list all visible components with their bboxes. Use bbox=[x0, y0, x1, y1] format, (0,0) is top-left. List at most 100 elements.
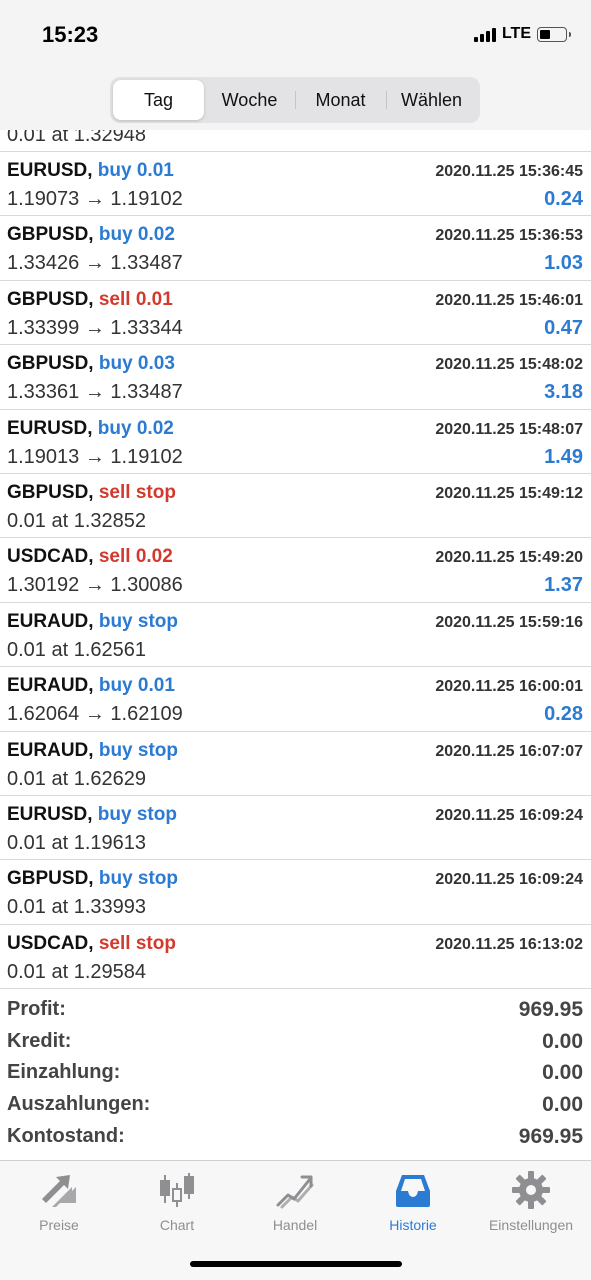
trade-symbol: EURAUD, bbox=[7, 610, 94, 632]
trade-date: 2020.11.25 15:49:12 bbox=[435, 484, 583, 502]
candlestick-icon bbox=[160, 1173, 194, 1207]
trade-row[interactable]: GBPUSD, buy 0.02 2020.11.25 15:36:53 1.334… bbox=[0, 216, 591, 281]
trade-action: buy stop bbox=[97, 803, 177, 825]
trade-symbol: GBPUSD, bbox=[7, 868, 94, 890]
tab-history[interactable]: Historie bbox=[354, 1169, 472, 1233]
trade-row[interactable]: EURUSD, buy 0.01 2020.11.25 15:36:45 1.190… bbox=[0, 152, 591, 217]
tab-label: Historie bbox=[389, 1217, 437, 1233]
trade-action: sell stop bbox=[98, 481, 176, 503]
trade-profit: 0.28 bbox=[544, 703, 583, 726]
header: 15:23 LTE Tag Woche Monat Wählen bbox=[0, 0, 591, 130]
trade-row[interactable]: GBPUSD, sell stop 2020.11.25 15:49:12 0.01… bbox=[0, 474, 591, 539]
inbox-icon bbox=[396, 1175, 430, 1207]
trade-title: GBPUSD, sell stop bbox=[7, 482, 176, 504]
tab-label: Preise bbox=[39, 1217, 79, 1233]
summary-value: 969.95 bbox=[518, 998, 583, 1021]
home-indicator bbox=[190, 1261, 402, 1267]
summary-value: 0.00 bbox=[542, 1029, 583, 1053]
trade-date: 2020.11.25 15:36:53 bbox=[435, 227, 583, 245]
summary-label: Einzahlung: bbox=[7, 1061, 121, 1084]
period-tab-month[interactable]: Monat bbox=[295, 80, 386, 120]
summary-value: 969.95 bbox=[518, 1124, 583, 1148]
trade-profit: 1.37 bbox=[544, 574, 583, 597]
trade-price: 1.62064 → 1.62109 bbox=[7, 703, 183, 726]
summary-row-balance: Kontostand: 969.95 bbox=[0, 1123, 591, 1155]
trade-action: buy 0.02 bbox=[97, 417, 174, 439]
network-label: LTE bbox=[501, 25, 531, 42]
trade-price: 1.19013 → 1.19102 bbox=[7, 445, 183, 468]
period-tab-week[interactable]: Woche bbox=[204, 80, 295, 120]
summary-value: 0.00 bbox=[542, 1093, 583, 1117]
trade-title: GBPUSD, buy 0.02 bbox=[7, 224, 175, 246]
trade-row[interactable]: EURUSD, buy stop 2020.11.25 16:09:24 0.01 … bbox=[0, 796, 591, 861]
trade-date: 2020.11.25 16:13:02 bbox=[435, 935, 583, 953]
trade-date: 2020.11.25 16:00:01 bbox=[435, 678, 583, 696]
trade-symbol: GBPUSD, bbox=[7, 481, 94, 503]
status-bar: 15:23 LTE bbox=[0, 0, 591, 70]
trade-profit: 1.49 bbox=[544, 445, 583, 468]
trade-row[interactable]: USDCAD, sell stop 2020.11.25 16:13:02 0.01… bbox=[0, 925, 591, 990]
trade-date: 2020.11.25 15:59:16 bbox=[435, 613, 583, 631]
tab-trade[interactable]: Handel bbox=[236, 1169, 354, 1233]
trade-symbol: USDCAD, bbox=[7, 546, 94, 568]
trade-title: EURUSD, buy stop bbox=[7, 804, 177, 826]
trade-row[interactable]: GBPUSD, sell 0.01 2020.11.25 15:46:01 1.33… bbox=[0, 281, 591, 346]
trade-title: EURAUD, buy stop bbox=[7, 611, 178, 633]
summary-row-withdrawals: Auszahlungen: 0.00 bbox=[0, 1091, 591, 1123]
trade-date: 2020.11.25 16:09:24 bbox=[435, 806, 583, 824]
period-tab-day[interactable]: Tag bbox=[113, 80, 204, 120]
trade-action: buy 0.01 bbox=[98, 675, 175, 697]
trade-title: EURUSD, buy 0.01 bbox=[7, 160, 174, 182]
trade-price: 0.01 at 1.32852 bbox=[7, 509, 147, 532]
account-summary: Profit: 969.95 Kredit: 0.00 Einzahlung: … bbox=[0, 996, 591, 1154]
trade-symbol: GBPUSD, bbox=[7, 288, 94, 310]
trade-title: EURUSD, buy 0.02 bbox=[7, 418, 174, 440]
trade-symbol: EURUSD, bbox=[7, 160, 93, 181]
trade-row[interactable]: EURAUD, buy stop 2020.11.25 16:07:07 0.01 … bbox=[0, 732, 591, 796]
trade-action: sell 0.01 bbox=[98, 288, 173, 310]
trade-price: 0.01 at 1.29584 bbox=[7, 960, 147, 983]
summary-row-profit: Profit: 969.95 bbox=[0, 996, 591, 1028]
trend-icon bbox=[276, 1175, 314, 1209]
trade-price: 1.30192 → 1.30086 bbox=[7, 574, 183, 597]
trade-date: 2020.11.25 15:36:45 bbox=[435, 163, 583, 180]
trade-price: 0.01 at 1.33993 bbox=[7, 896, 147, 919]
trade-date: 2020.11.25 15:49:20 bbox=[435, 549, 583, 567]
trade-date: 2020.11.25 16:09:24 bbox=[435, 871, 583, 889]
trade-action: buy 0.02 bbox=[98, 224, 175, 246]
tab-chart[interactable]: Chart bbox=[118, 1169, 236, 1233]
arrows-icon bbox=[42, 1175, 76, 1207]
trade-date: 2020.11.25 15:48:02 bbox=[435, 356, 583, 374]
trade-row[interactable]: GBPUSD, buy stop 2020.11.25 16:09:24 0.01 … bbox=[0, 860, 591, 925]
trade-row[interactable]: EURAUD, buy 0.01 2020.11.25 16:00:01 1.620… bbox=[0, 667, 591, 732]
trade-profit: 0.24 bbox=[544, 188, 583, 210]
trade-action: sell 0.02 bbox=[98, 546, 173, 568]
trade-profit: 3.18 bbox=[544, 381, 583, 404]
trade-row[interactable]: USDCAD, sell 0.02 2020.11.25 15:49:20 1.30… bbox=[0, 538, 591, 603]
signal-icon bbox=[473, 26, 496, 42]
trade-title: EURAUD, buy stop bbox=[7, 740, 178, 762]
trade-symbol: GBPUSD, bbox=[7, 224, 94, 246]
trade-action: buy stop bbox=[98, 739, 179, 761]
trade-title: USDCAD, sell stop bbox=[7, 933, 176, 955]
trade-price: 0.01 at 1.19613 bbox=[7, 831, 147, 854]
trade-price: 1.33399 → 1.33344 bbox=[7, 316, 183, 339]
trade-price: 1.33426 → 1.33487 bbox=[7, 252, 183, 275]
trade-title: GBPUSD, buy stop bbox=[7, 868, 178, 890]
trade-row[interactable]: EURUSD, buy 0.02 2020.11.25 15:48:07 1.190… bbox=[0, 410, 591, 474]
trade-title: GBPUSD, buy 0.03 bbox=[7, 353, 175, 375]
battery-icon bbox=[537, 26, 571, 42]
trade-row[interactable]: GBPUSD, buy 0.03 2020.11.25 15:48:02 1.333… bbox=[0, 345, 591, 410]
trade-date: 2020.11.25 15:46:01 bbox=[435, 291, 583, 309]
summary-label: Profit: bbox=[7, 998, 66, 1020]
tab-label: Einstellungen bbox=[488, 1217, 574, 1233]
trade-title: GBPUSD, sell 0.01 bbox=[7, 289, 173, 311]
trade-row[interactable]: EURAUD, buy stop 2020.11.25 15:59:16 0.01 … bbox=[0, 603, 591, 668]
trade-symbol: EURUSD, bbox=[7, 417, 93, 439]
trade-title: EURAUD, buy 0.01 bbox=[7, 675, 175, 697]
period-tab-custom[interactable]: Wählen bbox=[386, 80, 477, 120]
trade-title: USDCAD, sell 0.02 bbox=[7, 546, 173, 568]
tab-settings[interactable]: Einstellungen bbox=[472, 1169, 590, 1233]
tab-prices[interactable]: Preise bbox=[0, 1169, 118, 1233]
summary-row-deposit: Einzahlung: 0.00 bbox=[0, 1059, 591, 1091]
